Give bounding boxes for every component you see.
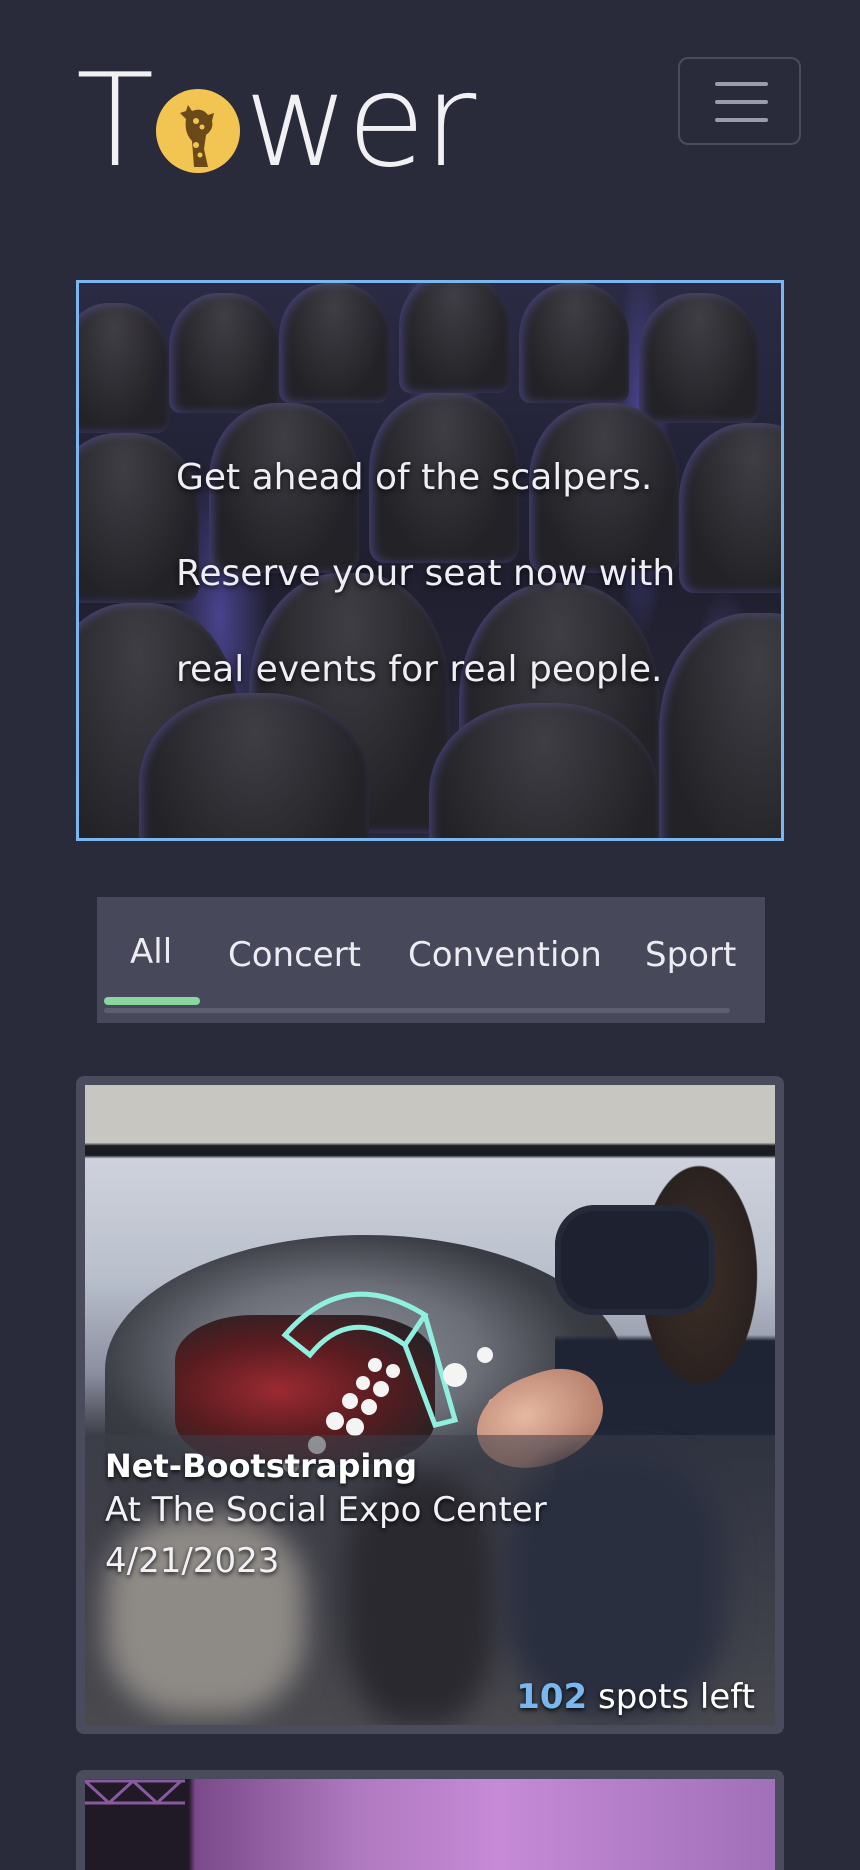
event-venue: At The Social Expo Center <box>105 1490 547 1530</box>
tab-convention[interactable]: Convention <box>408 935 602 975</box>
active-tab-indicator <box>104 997 200 1005</box>
seat-shape <box>169 293 279 413</box>
event-date: 4/21/2023 <box>105 1541 280 1581</box>
hero-tagline: Get ahead of the scalpers. Reserve your … <box>176 430 716 718</box>
event-info: Net-Bootstraping At The Social Expo Cent… <box>105 1446 547 1588</box>
tab-sport[interactable]: Sport <box>645 935 736 975</box>
category-tabs: All Concert Convention Sport <box>97 897 765 1023</box>
tab-concert[interactable]: Concert <box>228 935 361 975</box>
page: T wer Get ahead of the scalpers. Reserve… <box>0 0 860 1870</box>
vr-headset-shape <box>555 1205 715 1315</box>
seat-shape <box>639 293 759 423</box>
event-photo: Net-Bootstraping At The Social Expo Cent… <box>85 1085 775 1725</box>
event-title: Net-Bootstraping <box>105 1447 417 1485</box>
seat-shape <box>399 283 509 393</box>
seat-shape <box>79 303 169 433</box>
seat-shape <box>519 283 629 403</box>
hero-banner: Get ahead of the scalpers. Reserve your … <box>76 280 784 841</box>
tower-logo[interactable]: T wer <box>76 58 476 186</box>
hero-line-1: Get ahead of the scalpers. <box>176 457 653 498</box>
hamburger-menu-button[interactable] <box>678 57 801 145</box>
site-header: T wer <box>0 0 860 220</box>
logo-letter-t: T <box>76 47 154 196</box>
hamburger-line <box>715 118 768 122</box>
hero-line-3: real events for real people. <box>176 649 663 690</box>
event-photo <box>85 1779 775 1870</box>
hero-line-2: Reserve your seat now with <box>176 553 676 594</box>
tabs-scrollbar[interactable] <box>104 1008 730 1013</box>
event-card[interactable] <box>76 1770 784 1870</box>
spots-suffix: spots left <box>587 1677 755 1717</box>
event-card[interactable]: Net-Bootstraping At The Social Expo Cent… <box>76 1076 784 1734</box>
spots-count: 102 <box>516 1677 588 1717</box>
hamburger-line <box>715 100 768 104</box>
hamburger-menu-icon <box>715 82 768 86</box>
seat-shape <box>279 283 389 403</box>
giraffe-logo-icon <box>156 89 241 173</box>
spots-left: 102 spots left <box>516 1677 755 1717</box>
truss-graphic <box>85 1779 185 1806</box>
tab-all[interactable]: All <box>130 932 172 972</box>
logo-letters-wer: wer <box>244 47 476 196</box>
